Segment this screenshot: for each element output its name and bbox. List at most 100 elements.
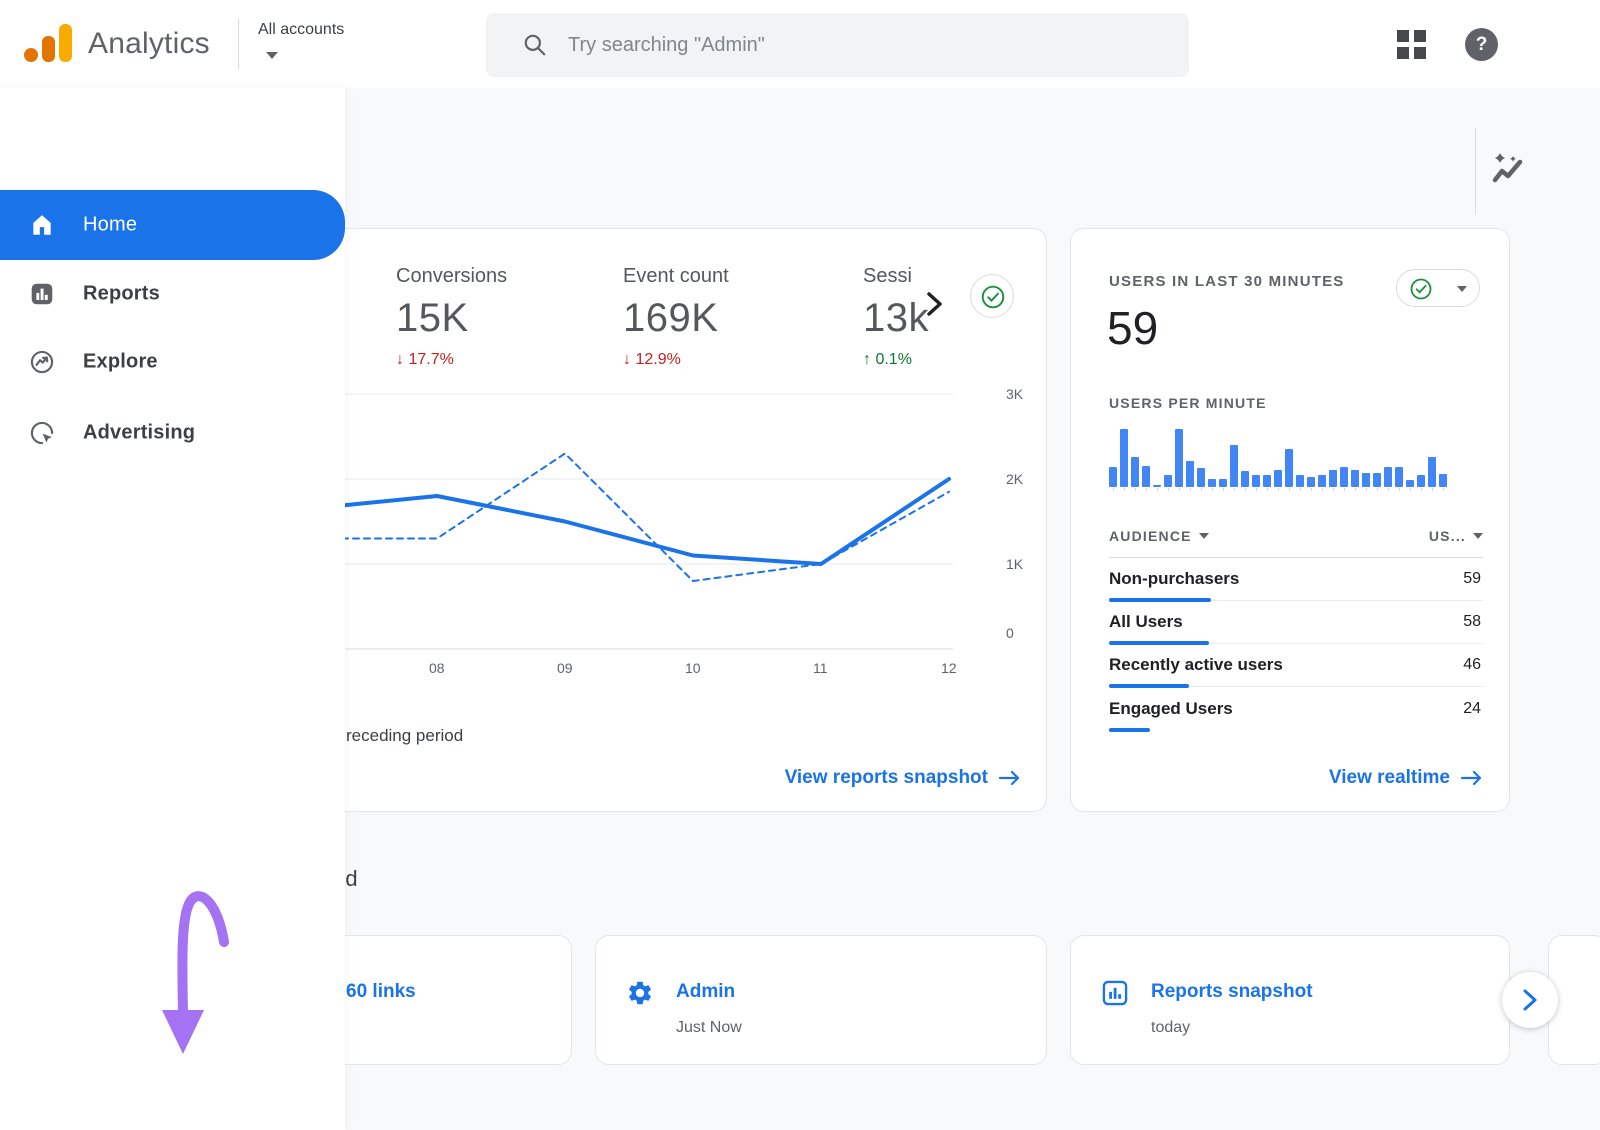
bar-chart-icon: [1101, 979, 1129, 1007]
help-icon[interactable]: ?: [1465, 28, 1498, 61]
audience-users-count: 59: [1463, 570, 1481, 588]
sidebar-item-explore[interactable]: Explore: [0, 330, 345, 394]
svg-text:1K: 1K: [1006, 556, 1024, 572]
users-per-minute-bar-chart: [1109, 429, 1449, 487]
search-icon: [522, 32, 548, 58]
insights-divider: [1475, 128, 1476, 214]
chevron-right-icon: [1520, 988, 1540, 1012]
users-per-minute-bar: [1186, 461, 1194, 487]
metric-value: 15K: [396, 296, 616, 341]
users-per-minute-bar: [1241, 471, 1249, 487]
metrics-check-circle-button[interactable]: [970, 274, 1014, 318]
advertising-icon: [29, 420, 55, 446]
users-per-minute-bar: [1197, 468, 1205, 487]
recent-card-reports-snapshot[interactable]: Reports snapshot today: [1070, 935, 1510, 1065]
metric-3: Sessi 13k ↑ 0.1%: [863, 265, 1083, 369]
view-realtime-link[interactable]: View realtime: [1329, 767, 1484, 789]
users-per-minute-bar: [1318, 475, 1326, 487]
users-per-minute-bar: [1329, 470, 1337, 487]
sidebar-item-reports[interactable]: Reports: [0, 262, 345, 326]
svg-text:2K: 2K: [1006, 471, 1024, 487]
recent-card-admin[interactable]: Admin Just Now: [595, 935, 1047, 1065]
audience-users-count: 46: [1463, 656, 1481, 674]
users-per-minute-bar: [1384, 467, 1392, 487]
audience-users-count: 24: [1463, 700, 1481, 718]
metric-delta: ↑ 0.1%: [863, 351, 1083, 369]
insights-sparkline-icon[interactable]: [1488, 150, 1528, 190]
svg-text:09: 09: [557, 660, 573, 676]
realtime-check-dropdown-button[interactable]: [1396, 269, 1480, 307]
users-per-minute-bar: [1296, 475, 1304, 487]
realtime-users-card: USERS IN LAST 30 MINUTES 59 USERS PER MI…: [1070, 228, 1510, 812]
metric-delta: ↓ 17.7%: [396, 351, 616, 369]
search-input[interactable]: [568, 13, 1168, 77]
users-last-30-min-value: 59: [1107, 301, 1158, 355]
users-per-minute-bar: [1274, 470, 1282, 487]
users-per-minute-bar: [1153, 485, 1161, 487]
metric-2: Event count 169K ↓ 12.9%: [623, 265, 843, 369]
recent-cards-next-button[interactable]: [1502, 972, 1558, 1028]
comparison-period-note: receding period: [346, 726, 463, 746]
audience-sort-header[interactable]: AUDIENCE: [1109, 528, 1209, 544]
sidebar-item-home[interactable]: Home: [0, 190, 345, 260]
bar-chart-ticks: [1109, 488, 1449, 491]
arrow-right-icon: [1460, 769, 1484, 787]
audience-name: All Users: [1109, 612, 1183, 632]
audience-name: Non-purchasers: [1109, 569, 1239, 589]
users-per-minute-bar: [1406, 480, 1414, 487]
topbar-divider: [238, 19, 239, 69]
reports-icon: [29, 281, 55, 307]
users-sort-header[interactable]: US...: [1429, 528, 1483, 544]
audience-row: Non-purchasers 59: [1109, 558, 1483, 601]
audience-users-count: 58: [1463, 613, 1481, 631]
users-per-minute-bar: [1428, 457, 1436, 487]
sidebar-item-advertising[interactable]: Advertising: [0, 401, 345, 465]
users-per-minute-bar: [1307, 477, 1315, 487]
audience-name: Engaged Users: [1109, 699, 1233, 719]
users-per-minute-bar: [1164, 475, 1172, 487]
users-per-minute-bar: [1417, 475, 1425, 487]
users-per-minute-bar: [1208, 479, 1216, 487]
top-app-bar: Analytics All accounts ?: [0, 0, 1600, 88]
sidebar-item-label: Explore: [83, 351, 158, 374]
search-bar[interactable]: [486, 13, 1189, 77]
svg-text:3K: 3K: [1006, 386, 1024, 402]
sort-caret-icon: [1199, 533, 1209, 539]
view-reports-snapshot-link[interactable]: View reports snapshot: [785, 767, 1022, 789]
users-per-minute-bar: [1230, 445, 1238, 487]
snapshot-card-label[interactable]: Reports snapshot: [1151, 981, 1313, 1003]
users-per-minute-bar: [1131, 457, 1139, 487]
users-per-minute-bar: [1395, 467, 1403, 487]
admin-card-timestamp: Just Now: [676, 1019, 742, 1037]
audience-row: Engaged Users 24: [1109, 687, 1483, 730]
account-caret-down-icon[interactable]: [266, 52, 278, 59]
ga-home-page: Analytics All accounts ? Conversions 15K…: [0, 0, 1600, 1130]
metric-label: Event count: [623, 265, 843, 288]
metric-1: Conversions 15K ↓ 17.7%: [396, 265, 616, 369]
users-per-minute-bar: [1252, 475, 1260, 487]
metric-label: Conversions: [396, 265, 616, 288]
metric-value: 169K: [623, 296, 843, 341]
users-per-minute-bar: [1351, 470, 1359, 487]
audience-progress-bar: [1109, 684, 1189, 688]
home-icon: [29, 212, 55, 238]
arrow-right-icon: [998, 769, 1022, 787]
account-switcher[interactable]: All accounts: [258, 21, 344, 39]
admin-card-label[interactable]: Admin: [676, 981, 742, 1003]
check-circle-icon: [980, 284, 1006, 310]
users-per-minute-bar: [1175, 429, 1183, 487]
audience-name: Recently active users: [1109, 655, 1283, 675]
realtime-title: USERS IN LAST 30 MINUTES: [1109, 273, 1345, 290]
metrics-next-chevron-icon[interactable]: [919, 289, 949, 319]
app-title: Analytics: [88, 27, 210, 61]
google-apps-grid-icon[interactable]: [1397, 30, 1426, 59]
metric-delta: ↓ 12.9%: [623, 351, 843, 369]
sidebar-item-label: Home: [83, 214, 137, 237]
links-card-label[interactable]: 60 links: [346, 981, 416, 1003]
svg-text:0: 0: [1006, 625, 1014, 641]
audience-table-header: AUDIENCE US...: [1109, 515, 1483, 558]
audience-table: Non-purchasers 59 All Users 58 Recently …: [1109, 558, 1483, 730]
users-per-minute-bar: [1263, 475, 1271, 487]
sort-caret-icon: [1473, 533, 1483, 539]
gear-icon: [626, 979, 654, 1007]
